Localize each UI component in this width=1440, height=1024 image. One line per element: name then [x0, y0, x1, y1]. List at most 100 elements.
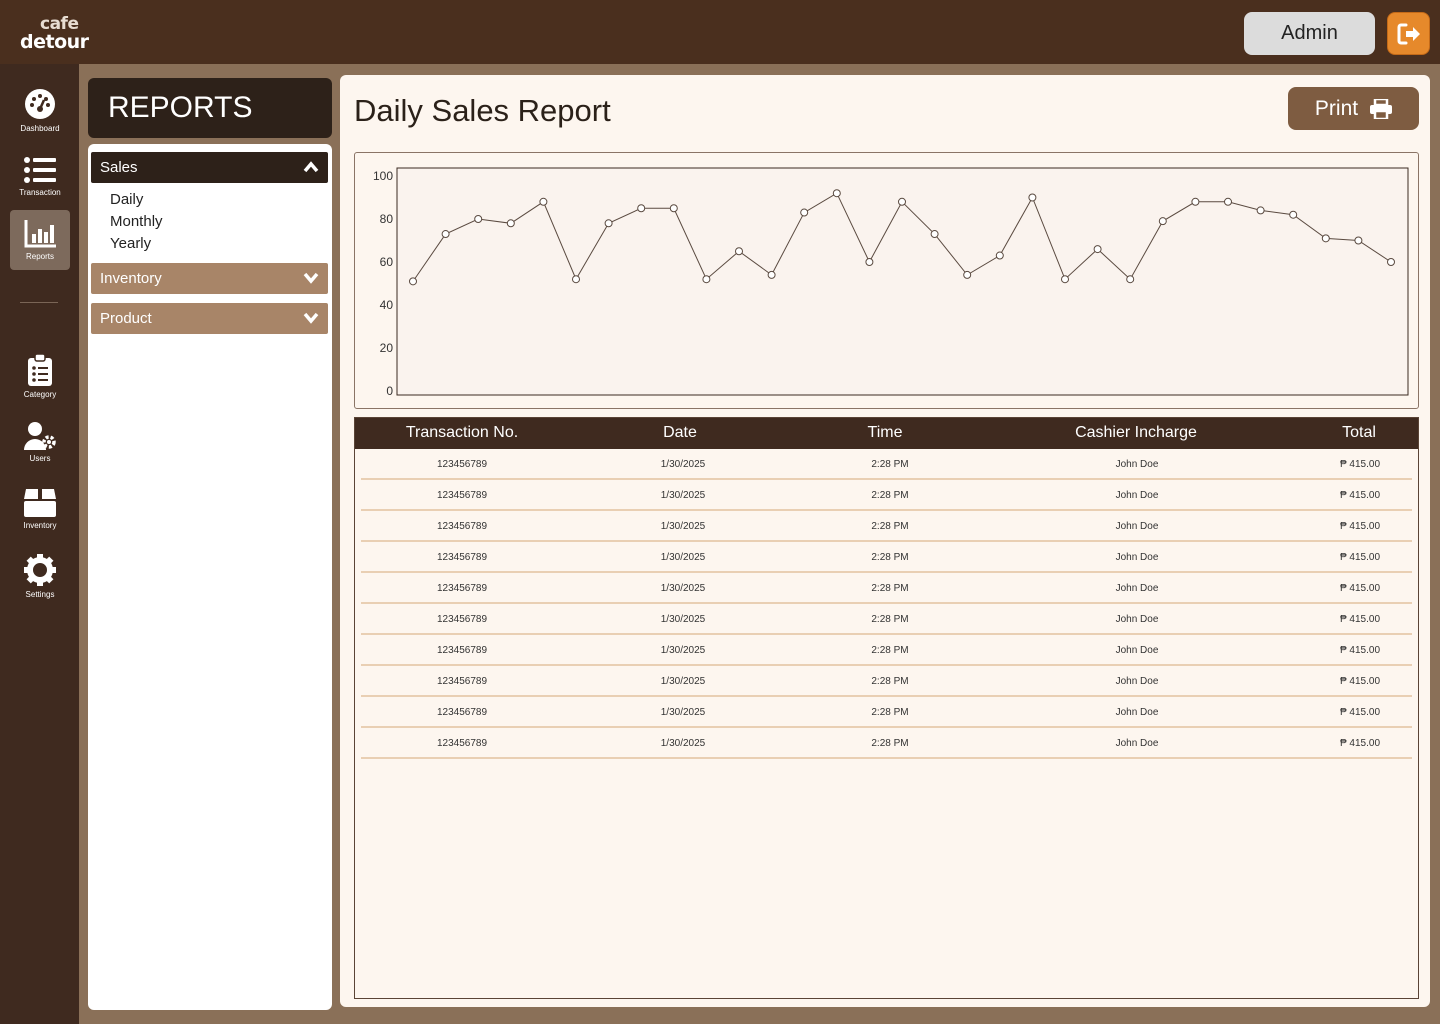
table-cell: John Doe — [1115, 552, 1159, 563]
table-cell: John Doe — [1115, 707, 1159, 718]
table-cell: 1/30/2025 — [660, 459, 706, 470]
sales-chart: 0 20 40 60 80 100 — [354, 152, 1419, 409]
table-row[interactable]: 123456789 1/30/2025 2:28 PM John Doe ₱ 415.0… — [361, 542, 1412, 573]
table-cell: ₱ 415.00 — [1339, 738, 1381, 749]
table-cell: John Doe — [1115, 521, 1159, 532]
data-point — [963, 270, 972, 279]
data-point — [800, 208, 809, 217]
data-point — [735, 247, 743, 256]
data-point — [572, 275, 580, 284]
sub-item-monthly[interactable]: Monthly — [110, 213, 163, 230]
table-cell: ₱ 415.00 — [1339, 645, 1381, 656]
table-cell: 1/30/2025 — [660, 707, 706, 718]
data-point — [1256, 206, 1265, 215]
accordion-product[interactable]: Product — [91, 303, 328, 334]
gear-icon — [24, 553, 56, 586]
table-cell: 1/30/2025 — [660, 490, 706, 501]
column-header[interactable]: Cashier Incharge — [1075, 424, 1197, 442]
table-row[interactable]: 123456789 1/30/2025 2:28 PM John Doe ₱ 415.0… — [361, 573, 1412, 604]
y-tick-label: 80 — [380, 212, 394, 226]
table-row[interactable]: 123456789 1/30/2025 2:28 PM John Doe ₱ 415.0… — [361, 635, 1412, 666]
table-cell: 1/30/2025 — [660, 552, 706, 563]
data-point — [409, 277, 417, 286]
table-cell: John Doe — [1115, 676, 1159, 687]
table-cell: 123456789 — [436, 614, 488, 625]
data-point — [1028, 193, 1037, 202]
print-button[interactable]: Print — [1288, 87, 1419, 130]
column-header[interactable]: Total — [1342, 424, 1376, 442]
print-button-label: Print — [1314, 96, 1359, 120]
table-row[interactable]: 123456789 1/30/2025 2:28 PM John Doe ₱ 415.0… — [361, 697, 1412, 728]
table-cell: ₱ 415.00 — [1339, 459, 1381, 470]
data-point — [1093, 245, 1102, 254]
data-point — [474, 215, 483, 223]
nav-settings-label: Settings — [25, 589, 55, 599]
table-cell: 2:28 PM — [871, 707, 909, 718]
y-tick-label: 100 — [373, 169, 393, 183]
column-header[interactable]: Date — [663, 424, 697, 442]
data-point — [767, 270, 776, 279]
transactions-table: Transaction No. Date Time Cashier Incharge T… — [354, 417, 1419, 999]
cafe-detour-logo: cafe detour — [18, 14, 94, 54]
table-row[interactable]: 123456789 1/30/2025 2:28 PM John Doe ₱ 415.0… — [361, 449, 1412, 480]
data-point — [1387, 258, 1395, 266]
table-cell: 1/30/2025 — [660, 676, 706, 687]
reports-panel-title: REPORTS — [88, 78, 332, 138]
table-row[interactable]: 123456789 1/30/2025 2:28 PM John Doe ₱ 415.0… — [361, 604, 1412, 635]
table-cell: ₱ 415.00 — [1339, 490, 1381, 501]
nav-users-label: Users — [29, 453, 51, 463]
nav-reports-label: Reports — [25, 251, 54, 261]
table-cell: 1/30/2025 — [660, 738, 706, 749]
nav-users[interactable]: Users — [10, 412, 70, 472]
table-row[interactable]: 123456789 1/30/2025 2:28 PM John Doe ₱ 415.0… — [361, 728, 1412, 759]
accordion-sales-label: Sales — [100, 159, 138, 176]
admin-button[interactable]: Admin — [1244, 12, 1375, 55]
table-header: Transaction No. Date Time Cashier Incharge T… — [355, 418, 1418, 449]
nav-settings[interactable]: Settings — [10, 546, 70, 606]
table-cell: 123456789 — [436, 645, 488, 656]
accordion-sales[interactable]: Sales — [91, 152, 328, 183]
table-cell: ₱ 415.00 — [1339, 552, 1381, 563]
table-cell: 1/30/2025 — [660, 645, 706, 656]
data-point — [832, 189, 841, 198]
top-bar: cafe detour Admin — [0, 0, 1440, 64]
column-header[interactable]: Time — [868, 424, 903, 442]
accordion-inventory-label: Inventory — [100, 270, 162, 287]
table-row[interactable]: 123456789 1/30/2025 2:28 PM John Doe ₱ 415.0… — [361, 480, 1412, 511]
table-row[interactable]: 123456789 1/30/2025 2:28 PM John Doe ₱ 415.0… — [361, 511, 1412, 542]
dashboard-gauge-icon — [25, 88, 55, 119]
data-point — [1224, 197, 1232, 206]
data-point — [1158, 217, 1167, 226]
y-tick-label: 20 — [380, 341, 394, 355]
nav-inventory[interactable]: Inventory — [10, 478, 70, 538]
table-cell: 1/30/2025 — [660, 614, 706, 625]
nav-dashboard[interactable]: Dashboard — [10, 80, 70, 140]
table-cell: John Doe — [1115, 490, 1159, 501]
sales-line-chart: 0 20 40 60 80 100 — [373, 167, 1409, 398]
table-cell: John Doe — [1115, 459, 1159, 470]
user-settings-icon — [24, 421, 56, 450]
printer-icon — [1370, 98, 1393, 119]
accordion-inventory[interactable]: Inventory — [91, 263, 328, 294]
sub-item-yearly[interactable]: Yearly — [110, 235, 151, 252]
nav-transaction[interactable]: Transaction — [10, 146, 70, 206]
table-cell: 2:28 PM — [871, 552, 909, 563]
table-cell: ₱ 415.00 — [1339, 614, 1381, 625]
accordion-product-label: Product — [100, 310, 152, 327]
sub-item-daily[interactable]: Daily — [110, 191, 143, 208]
table-cell: 123456789 — [436, 552, 488, 563]
table-row[interactable]: 123456789 1/30/2025 2:28 PM John Doe ₱ 415.0… — [361, 666, 1412, 697]
table-cell: 123456789 — [436, 490, 488, 501]
table-cell: 1/30/2025 — [660, 521, 706, 532]
nav-category[interactable]: Category — [10, 346, 70, 406]
nav-divider — [20, 302, 58, 303]
data-point — [898, 197, 906, 206]
nav-transaction-label: Transaction — [19, 187, 61, 197]
logout-button[interactable] — [1387, 12, 1430, 55]
chevron-down-icon — [303, 312, 319, 324]
data-point — [1289, 210, 1298, 219]
logo-line-2: detour — [20, 31, 89, 53]
nav-reports[interactable]: Reports — [10, 210, 70, 270]
chevron-down-icon — [303, 272, 319, 284]
column-header[interactable]: Transaction No. — [406, 424, 518, 442]
